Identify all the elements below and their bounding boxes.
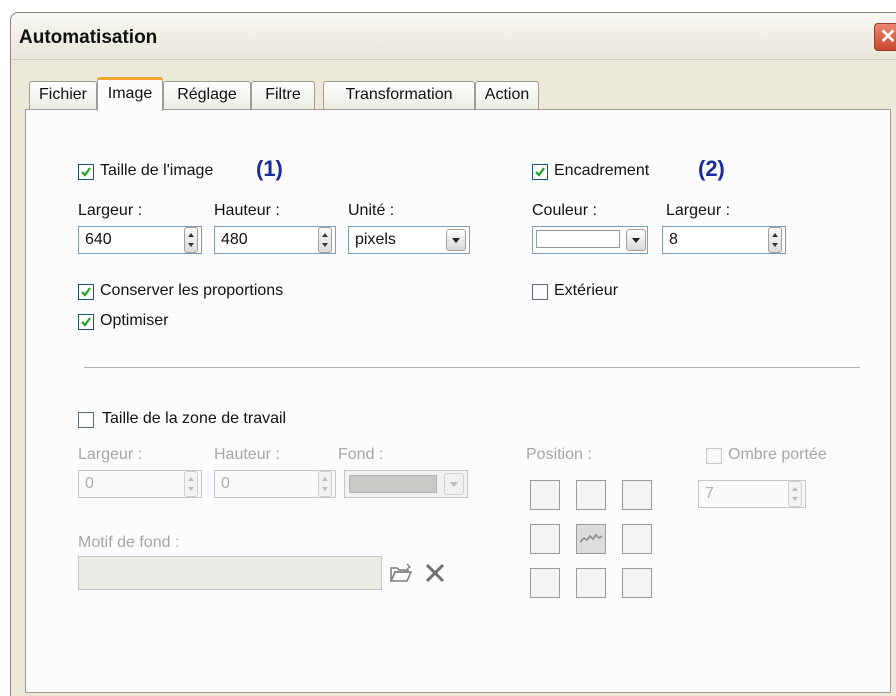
color-swatch xyxy=(536,230,620,248)
canvas-width-spinner[interactable] xyxy=(184,471,198,497)
section-separator xyxy=(84,367,860,368)
keep-ratio-checkbox[interactable] xyxy=(78,284,94,300)
image-size-checkbox[interactable] xyxy=(78,164,94,180)
tab-fichier[interactable]: Fichier xyxy=(29,81,97,109)
background-dropdown-button[interactable] xyxy=(444,473,464,495)
canvas-height-spinner[interactable] xyxy=(318,471,332,497)
spin-up-icon xyxy=(188,233,194,237)
width-spinner[interactable] xyxy=(184,227,198,253)
canvas-size-checkbox[interactable] xyxy=(78,412,94,428)
spin-up-icon xyxy=(188,477,194,481)
spin-up-icon xyxy=(322,233,328,237)
spin-down-icon xyxy=(772,243,778,247)
checkmark-icon xyxy=(81,167,91,177)
spin-up-icon xyxy=(792,487,798,491)
folder-open-icon[interactable] xyxy=(388,560,414,586)
folder-open-glyph xyxy=(389,563,413,582)
section-marker-1: (1) xyxy=(256,156,283,181)
spin-up-icon xyxy=(772,233,778,237)
color-label: Couleur : xyxy=(532,202,597,219)
position-bottom-left[interactable] xyxy=(530,568,560,598)
chevron-down-icon xyxy=(632,238,640,243)
frame-width-label: Largeur : xyxy=(666,202,731,219)
unit-label: Unité : xyxy=(348,202,395,219)
canvas-height-label: Hauteur : xyxy=(214,446,280,463)
optimize-checkbox[interactable] xyxy=(78,314,94,330)
outside-checkbox[interactable] xyxy=(532,284,548,300)
height-spinner[interactable] xyxy=(318,227,332,253)
tab-image[interactable]: Image xyxy=(97,77,163,111)
clear-x-glyph xyxy=(425,563,445,583)
pattern-label: Motif de fond : xyxy=(78,534,180,551)
position-label: Position : xyxy=(526,446,592,463)
outside-label: Extérieur xyxy=(554,282,619,299)
title-bar[interactable]: Automatisation ✕ xyxy=(11,13,896,60)
spin-down-icon xyxy=(792,497,798,501)
pattern-input[interactable] xyxy=(78,556,382,590)
spin-down-icon xyxy=(322,243,328,247)
color-dropdown-button[interactable] xyxy=(626,229,646,251)
tab-panel-image: Taille de l'image (1) Largeur : 640 Haut… xyxy=(25,109,891,693)
shadow-checkbox[interactable] xyxy=(706,448,722,464)
shadow-spinner[interactable] xyxy=(788,481,802,507)
checkmark-icon xyxy=(535,167,545,177)
shadow-label: Ombre portée xyxy=(728,446,827,463)
canvas-width-label: Largeur : xyxy=(78,446,143,463)
frame-checkbox[interactable] xyxy=(532,164,548,180)
checkmark-icon xyxy=(81,317,91,327)
close-button[interactable]: ✕ xyxy=(874,23,896,51)
height-label: Hauteur : xyxy=(214,202,280,219)
tab-reglage[interactable]: Réglage xyxy=(163,81,251,109)
position-middle-right[interactable] xyxy=(622,524,652,554)
unit-dropdown-button[interactable] xyxy=(446,229,466,251)
chevron-down-icon xyxy=(452,238,460,243)
clear-x-icon[interactable] xyxy=(422,560,448,586)
keep-ratio-label: Conserver les proportions xyxy=(100,282,284,299)
position-top-center[interactable] xyxy=(576,480,606,510)
frame-label: Encadrement xyxy=(554,162,650,179)
background-label: Fond : xyxy=(338,446,384,463)
spin-down-icon xyxy=(322,487,328,491)
window-title: Automatisation xyxy=(19,27,158,48)
position-bottom-center[interactable] xyxy=(576,568,606,598)
unit-value: pixels xyxy=(355,231,396,248)
tab-transformation[interactable]: Transformation xyxy=(323,81,475,109)
automation-dialog: Automatisation ✕ Fichier Image Réglage F… xyxy=(10,12,896,696)
frame-width-spinner[interactable] xyxy=(768,227,782,253)
image-thumbnail-icon xyxy=(579,533,603,543)
chevron-down-icon xyxy=(450,482,458,487)
section-marker-2: (2) xyxy=(698,156,725,181)
image-size-label: Taille de l'image xyxy=(100,162,214,179)
position-center[interactable] xyxy=(576,524,606,554)
position-bottom-right[interactable] xyxy=(622,568,652,598)
position-middle-left[interactable] xyxy=(530,524,560,554)
tab-action[interactable]: Action xyxy=(475,81,539,109)
spin-down-icon xyxy=(188,487,194,491)
position-top-left[interactable] xyxy=(530,480,560,510)
background-swatch xyxy=(349,475,437,493)
checkmark-icon xyxy=(81,287,91,297)
optimize-label: Optimiser xyxy=(100,312,169,329)
spin-down-icon xyxy=(188,243,194,247)
width-label: Largeur : xyxy=(78,202,143,219)
canvas-size-label: Taille de la zone de travail xyxy=(102,410,287,427)
tab-filtre[interactable]: Filtre xyxy=(251,81,315,109)
spin-up-icon xyxy=(322,477,328,481)
position-top-right[interactable] xyxy=(622,480,652,510)
